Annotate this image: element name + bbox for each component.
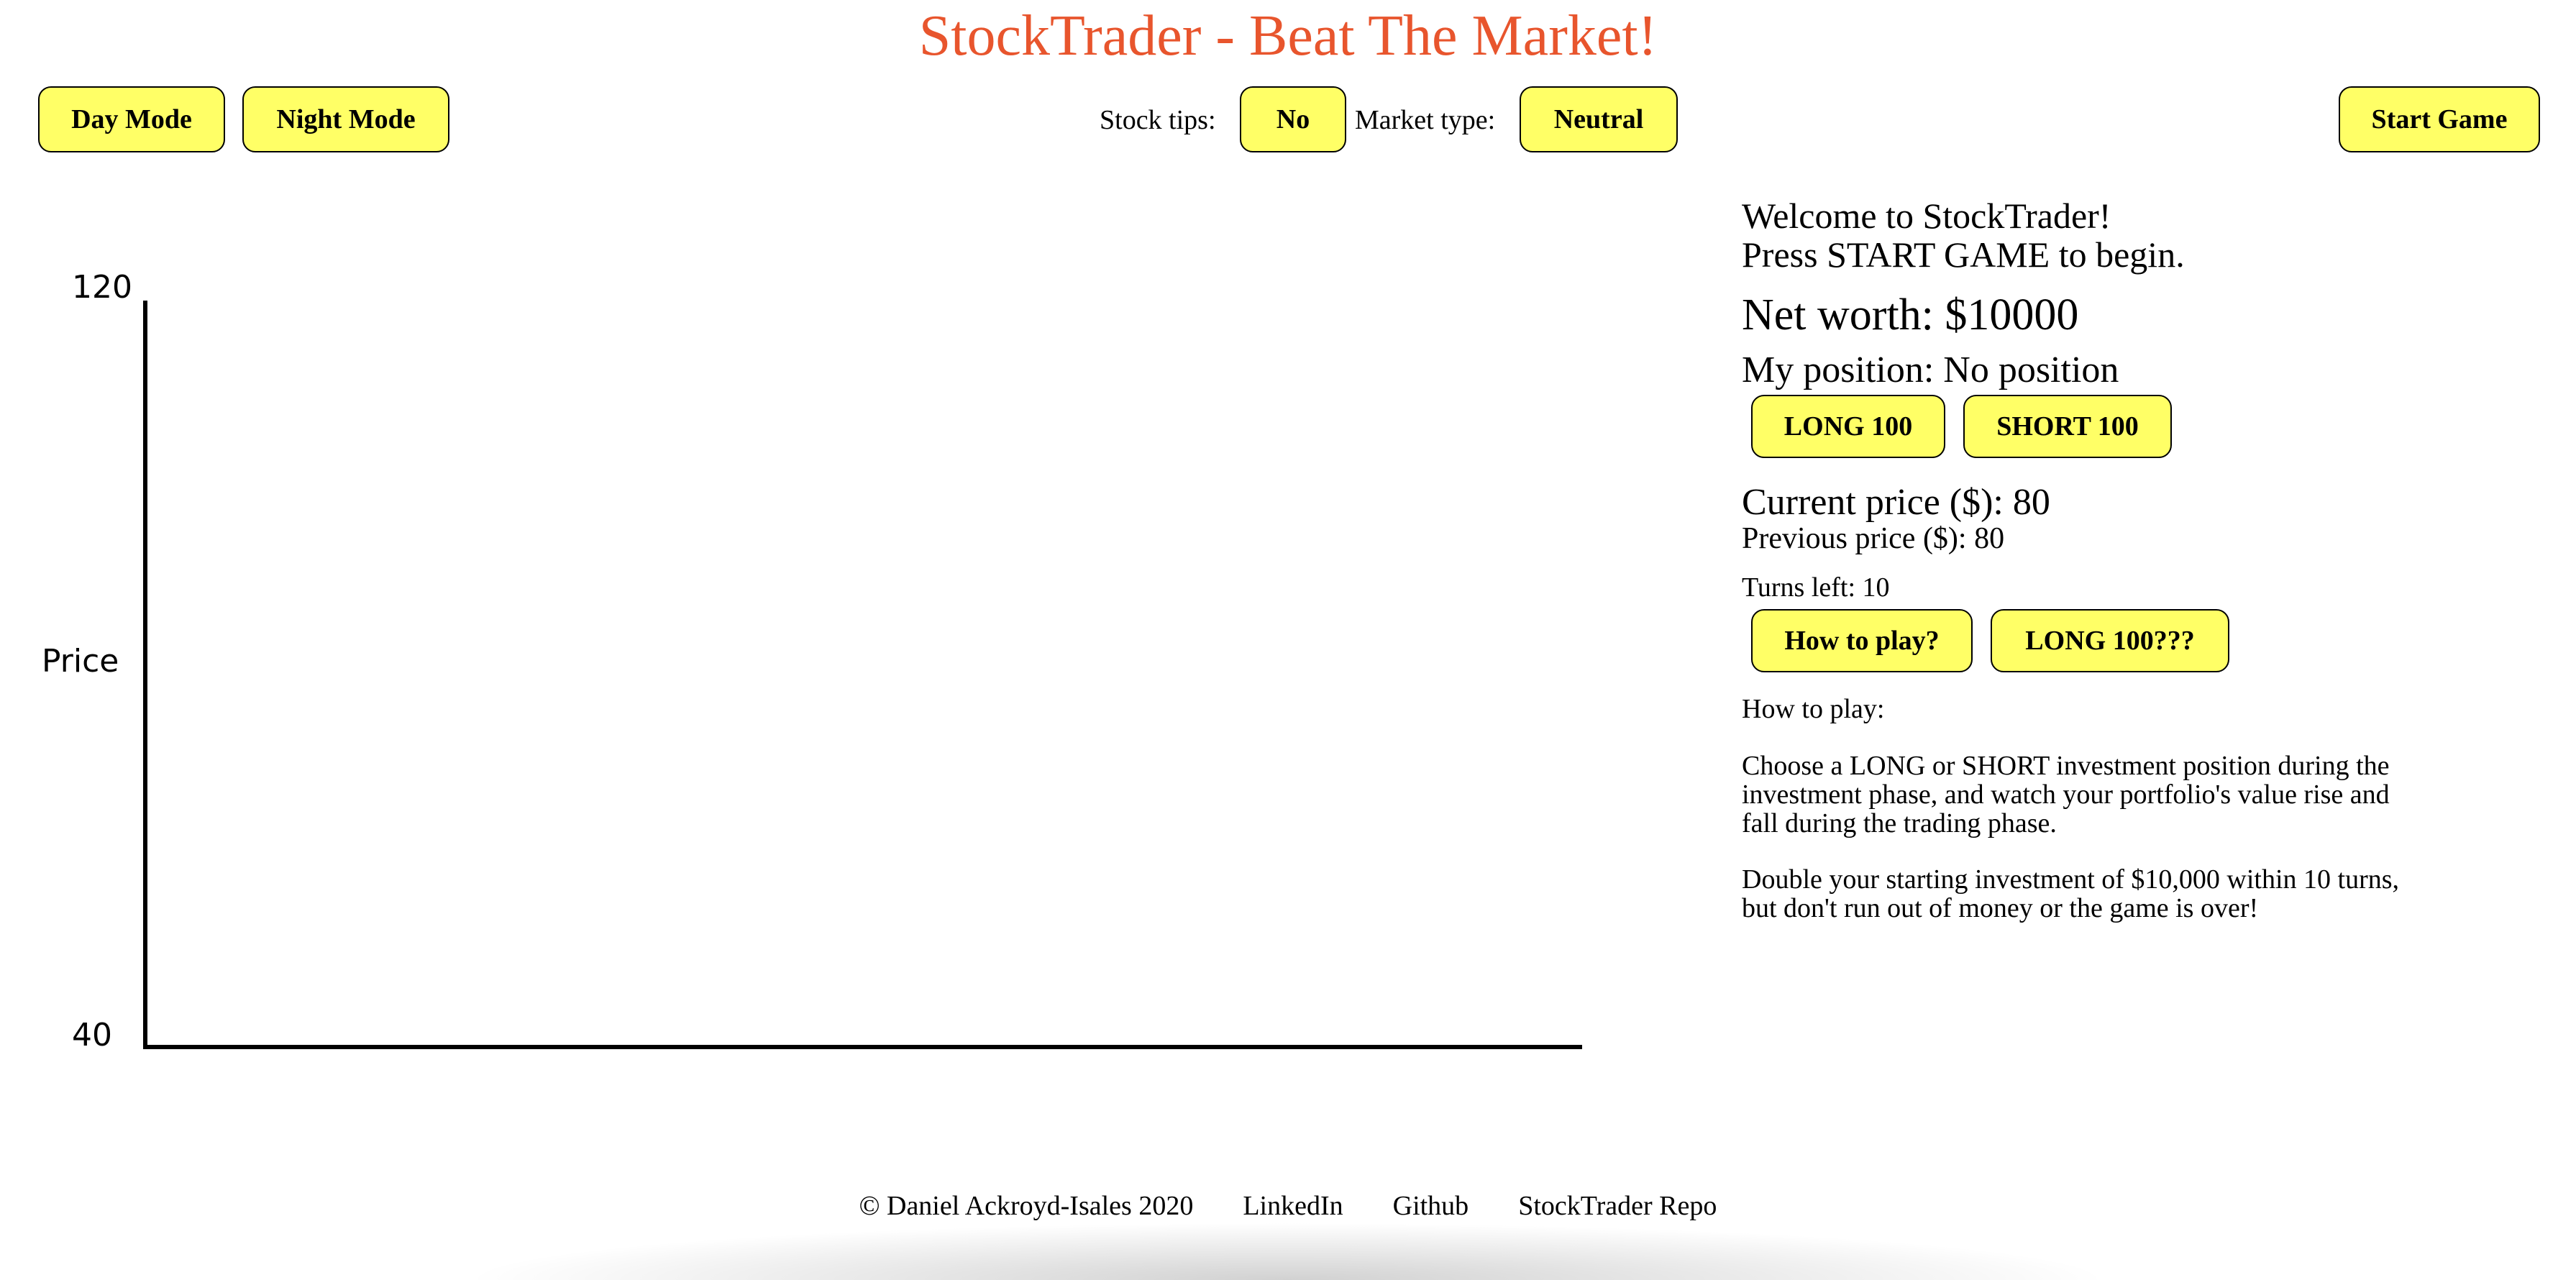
how-to-play-button[interactable]: How to play? xyxy=(1751,609,1973,672)
footer-github-link[interactable]: Github xyxy=(1393,1191,1469,1221)
how-to-play-text-2: Double your starting investment of $10,0… xyxy=(1742,865,2399,923)
current-price: Current price ($): 80 xyxy=(1742,482,2050,523)
y-tick-min: 40 xyxy=(72,1017,112,1053)
how-to-play-line: Double your starting investment of $10,0… xyxy=(1742,864,2400,895)
how-to-play-line: fall during the trading phase. xyxy=(1742,808,2057,838)
long-100-mystery-button[interactable]: LONG 100??? xyxy=(1991,609,2229,672)
y-tick-max: 120 xyxy=(72,269,132,306)
previous-price: Previous price ($): 80 xyxy=(1742,522,2005,555)
footer-linkedin-link[interactable]: LinkedIn xyxy=(1243,1191,1343,1221)
start-game-button[interactable]: Start Game xyxy=(2339,86,2540,152)
long-100-button[interactable]: LONG 100 xyxy=(1751,395,1945,458)
footer-shadow xyxy=(460,1222,2114,1280)
price-chart xyxy=(143,301,1582,1049)
how-to-play-line: investment phase, and watch your portfol… xyxy=(1742,780,2390,810)
footer-repo-link[interactable]: StockTrader Repo xyxy=(1518,1191,1717,1221)
net-worth: Net worth: $10000 xyxy=(1742,291,2079,339)
welcome-line-1: Welcome to StockTrader! xyxy=(1742,196,2111,236)
footer-copyright: © Daniel Ackroyd-Isales 2020 xyxy=(859,1191,1194,1221)
turns-left: Turns left: 10 xyxy=(1742,572,1890,603)
welcome-line-2: Press START GAME to begin. xyxy=(1742,234,2185,275)
how-to-play-text-1: Choose a LONG or SHORT investment positi… xyxy=(1742,751,2390,838)
short-100-button[interactable]: SHORT 100 xyxy=(1963,395,2172,458)
how-to-play-heading: How to play: xyxy=(1742,694,1885,724)
my-position: My position: No position xyxy=(1742,349,2119,390)
how-to-play-line: but don't run out of money or the game i… xyxy=(1742,893,2259,923)
y-axis-label: Price xyxy=(42,643,119,680)
footer: © Daniel Ackroyd-Isales 2020 LinkedIn Gi… xyxy=(0,1192,2576,1220)
how-to-play-line: Choose a LONG or SHORT investment positi… xyxy=(1742,751,2390,781)
